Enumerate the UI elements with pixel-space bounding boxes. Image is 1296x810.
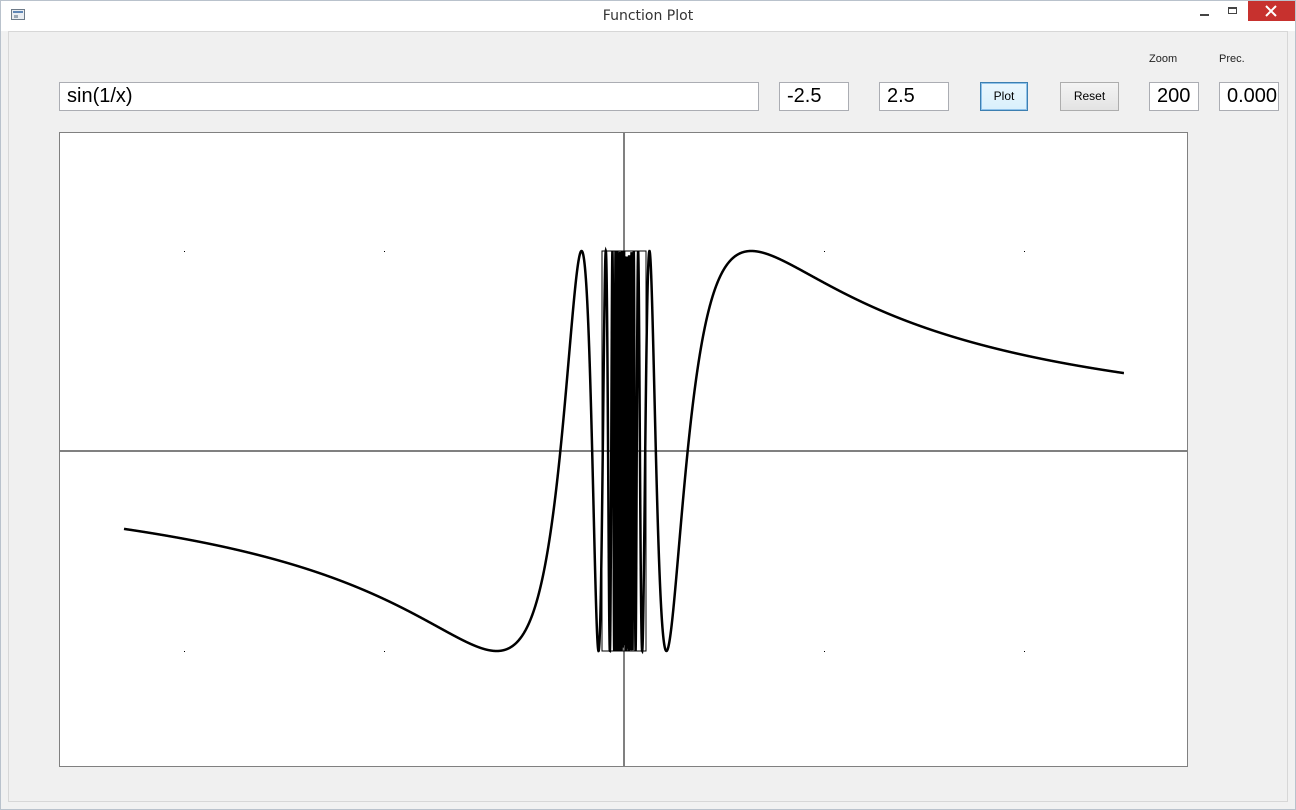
- title-bar[interactable]: Function Plot: [1, 1, 1295, 31]
- x-min-input[interactable]: -2.5: [779, 82, 849, 111]
- application-window: Function Plot Zoom Prec. sin(1/x) -2.5 2…: [0, 0, 1296, 810]
- grid-dot: [384, 251, 385, 252]
- grid-dot: [184, 651, 185, 652]
- plot-button[interactable]: Plot: [980, 82, 1028, 111]
- x-max-input[interactable]: 2.5: [879, 82, 949, 111]
- grid-dot: [184, 251, 185, 252]
- minimize-icon: [1200, 14, 1209, 16]
- precision-input[interactable]: 0.000: [1219, 82, 1279, 111]
- zoom-label: Zoom: [1149, 53, 1178, 65]
- grid-dot: [1024, 251, 1025, 252]
- zoom-input[interactable]: 200: [1149, 82, 1199, 111]
- reset-button[interactable]: Reset: [1060, 82, 1119, 111]
- window-title: Function Plot: [602, 8, 694, 24]
- maximize-icon: [1228, 7, 1237, 14]
- close-button[interactable]: [1248, 1, 1295, 21]
- grid-dot: [1024, 651, 1025, 652]
- grid-dot: [384, 651, 385, 652]
- close-icon: [1265, 5, 1277, 17]
- maximize-button[interactable]: [1218, 1, 1248, 21]
- function-input[interactable]: sin(1/x): [59, 82, 759, 111]
- plot-canvas[interactable]: [59, 132, 1188, 767]
- precision-label: Prec.: [1219, 53, 1245, 65]
- grid-dot: [824, 651, 825, 652]
- function-plot: [60, 133, 1187, 766]
- minimize-button[interactable]: [1188, 1, 1218, 21]
- grid-dot: [824, 251, 825, 252]
